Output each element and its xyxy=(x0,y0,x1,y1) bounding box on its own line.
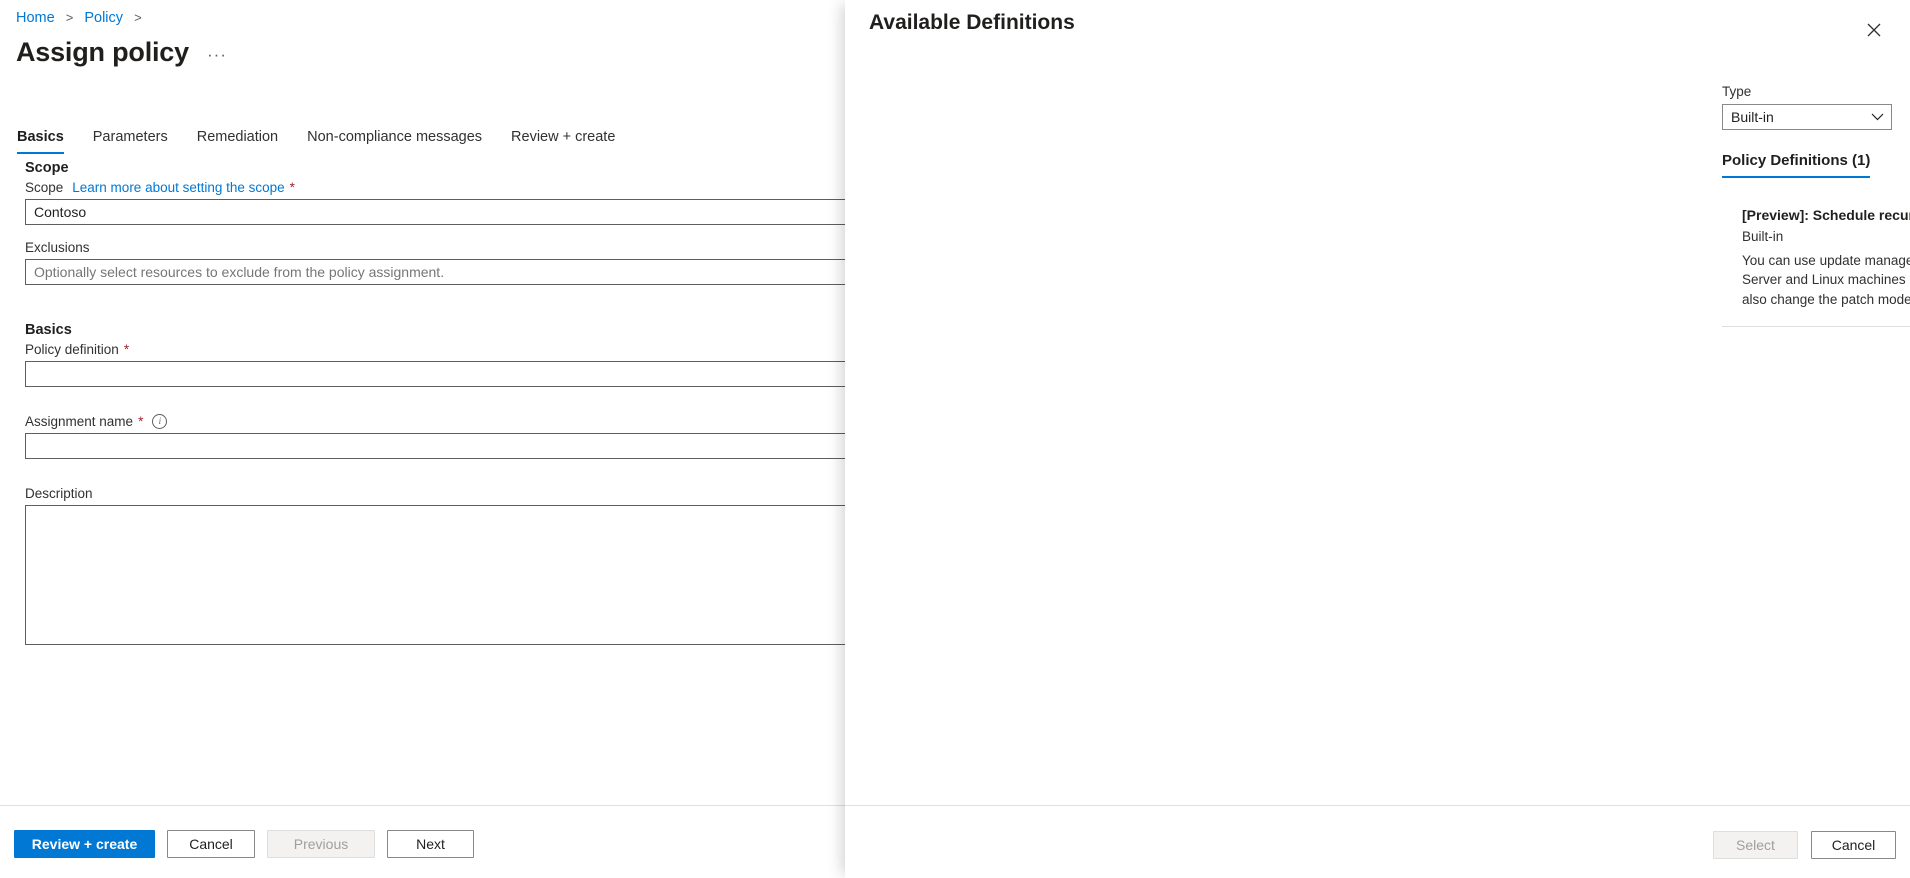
previous-button: Previous xyxy=(267,830,375,858)
description-field-label: Description xyxy=(25,486,845,501)
scope-learn-more-link[interactable]: Learn more about setting the scope xyxy=(72,180,284,195)
list-item[interactable]: [Preview]: Schedule recurring updates us… xyxy=(1722,197,1910,309)
tab-basics[interactable]: Basics xyxy=(17,129,64,154)
info-icon[interactable]: i xyxy=(152,414,168,429)
required-indicator: * xyxy=(138,413,144,429)
tab-parameters-label: Parameters xyxy=(92,129,168,145)
cancel-button[interactable]: Cancel xyxy=(167,830,255,858)
breadcrumb: Home > Policy > xyxy=(16,9,149,27)
panel-footer-buttons: Select Cancel xyxy=(1713,831,1896,859)
type-select-wrapper: Built-in xyxy=(1722,104,1892,130)
breadcrumb-separator-icon: > xyxy=(134,10,142,25)
type-select[interactable]: Built-in xyxy=(1722,104,1892,130)
panel-tabs: Policy Definitions (1) xyxy=(1722,152,1871,178)
definition-title: [Preview]: Schedule recurring updates us… xyxy=(1742,207,1910,223)
tab-parameters[interactable]: Parameters xyxy=(93,129,168,154)
description-label-text: Description xyxy=(25,486,93,501)
tab-basics-label: Basics xyxy=(17,129,64,145)
exclusions-field-label: Exclusions xyxy=(25,240,845,255)
policy-definitions-list[interactable]: [Preview]: Schedule recurring updates us… xyxy=(1722,197,1910,327)
select-button: Select xyxy=(1713,831,1798,859)
more-options-icon[interactable]: ··· xyxy=(207,45,227,65)
blade-tabs: Basics Parameters Remediation Non-compli… xyxy=(17,120,644,154)
basics-form: Scope Scope Learn more about setting the… xyxy=(0,160,845,645)
blade-footer-buttons: Review + create Cancel Previous Next xyxy=(14,830,474,858)
tab-review-create[interactable]: Review + create xyxy=(511,129,615,154)
available-definitions-panel: Available Definitions Type Built-in Sear… xyxy=(845,0,1910,878)
breadcrumb-link-home[interactable]: Home xyxy=(16,10,55,26)
tab-remediation[interactable]: Remediation xyxy=(197,129,278,154)
panel-cancel-button[interactable]: Cancel xyxy=(1811,831,1896,859)
policy-definition-input[interactable] xyxy=(25,361,845,387)
required-indicator: * xyxy=(123,341,130,357)
tab-non-compliance-messages-label: Non-compliance messages xyxy=(307,129,483,145)
policy-definition-label-text: Policy definition xyxy=(25,342,119,357)
definition-description: You can use update management center (pr… xyxy=(1742,253,1910,307)
scope-input[interactable] xyxy=(25,199,845,225)
panel-filters: Type Built-in Search xyxy=(845,84,1910,130)
basics-section-heading: Basics xyxy=(25,322,72,338)
panel-footer: Select Cancel xyxy=(845,805,1910,878)
tab-policy-definitions-label: Policy Definitions (1) xyxy=(1722,152,1871,169)
exclusions-input[interactable] xyxy=(25,259,845,285)
breadcrumb-link-policy[interactable]: Policy xyxy=(84,10,123,26)
type-label: Type xyxy=(1722,84,1752,99)
scope-label-text: Scope xyxy=(25,180,64,195)
definition-type: Built-in xyxy=(1742,229,1784,244)
scope-section-heading: Scope xyxy=(25,160,69,176)
page-title: Assign policy xyxy=(16,37,189,67)
panel-title: Available Definitions xyxy=(869,11,1075,34)
review-create-button[interactable]: Review + create xyxy=(14,830,155,858)
assignment-name-field-label: Assignment name * i xyxy=(25,414,845,429)
tab-non-compliance-messages[interactable]: Non-compliance messages xyxy=(307,129,482,154)
scope-field-label: Scope Learn more about setting the scope… xyxy=(25,180,845,195)
next-button[interactable]: Next xyxy=(387,830,474,858)
blade-footer: Review + create Cancel Previous Next xyxy=(0,805,845,878)
tab-remediation-label: Remediation xyxy=(196,129,279,145)
type-select-value: Built-in xyxy=(1731,109,1774,125)
description-textarea[interactable] xyxy=(25,505,845,645)
page-title-row: Assign policy ··· xyxy=(16,34,227,70)
assignment-name-input[interactable] xyxy=(25,433,845,459)
assign-policy-blade: Home > Policy > Assign policy ··· Basics… xyxy=(0,0,845,878)
assignment-name-label-text: Assignment name xyxy=(25,414,134,429)
required-indicator: * xyxy=(289,179,295,195)
type-filter: Type Built-in xyxy=(1722,84,1892,130)
close-icon[interactable] xyxy=(1862,18,1886,42)
policy-definition-field-label: Policy definition * xyxy=(25,342,845,357)
tab-review-create-label: Review + create xyxy=(511,129,616,145)
breadcrumb-separator-icon: > xyxy=(65,10,74,25)
tab-policy-definitions[interactable]: Policy Definitions (1) xyxy=(1722,152,1871,178)
exclusions-label-text: Exclusions xyxy=(25,240,90,255)
